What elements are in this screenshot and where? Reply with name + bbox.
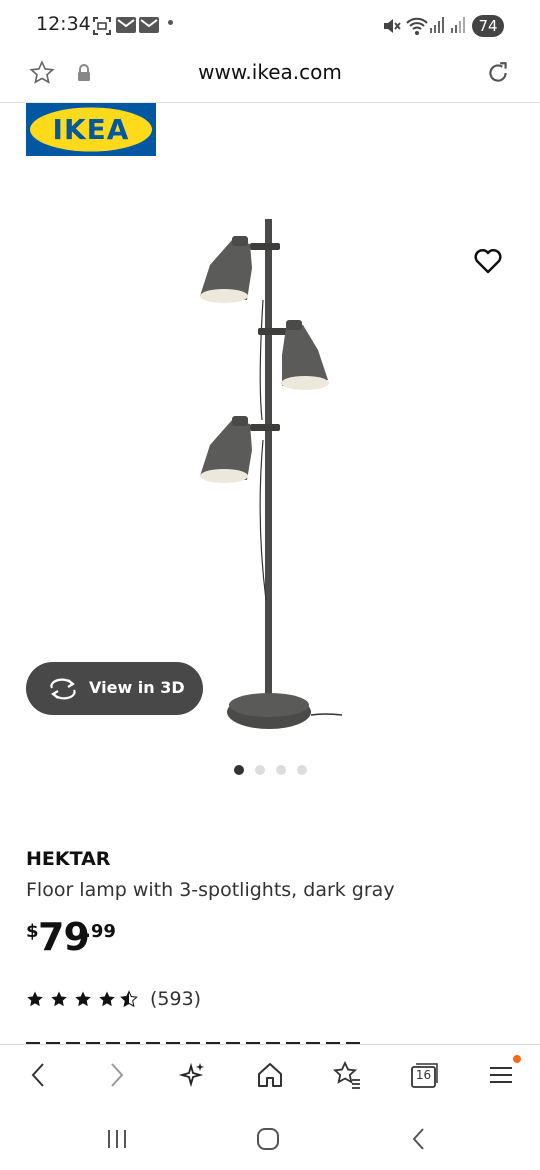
signal-icon (430, 17, 444, 33)
battery-indicator: 74 (472, 15, 504, 37)
menu-notification-dot (513, 1055, 521, 1063)
rotate-3d-icon (50, 678, 76, 700)
mute-icon (384, 19, 401, 33)
carousel-dot[interactable] (255, 765, 265, 775)
recent-apps-icon[interactable] (104, 1126, 130, 1152)
ikea-logo[interactable]: IKEA (26, 103, 156, 156)
lamp-pole (265, 219, 272, 704)
system-nav-bar (0, 1108, 540, 1170)
url-text[interactable]: www.ikea.com (0, 60, 540, 84)
ikea-logo-mark: IKEA (26, 103, 156, 156)
bookmarks-icon[interactable] (332, 1060, 362, 1090)
tab-count: 16 (415, 1068, 432, 1082)
home-icon[interactable] (255, 1060, 285, 1090)
sparkle-icon[interactable] (178, 1060, 208, 1090)
signal-icon (451, 17, 465, 33)
review-count[interactable]: (593) (150, 988, 201, 1010)
forward-icon[interactable] (101, 1060, 131, 1090)
back-icon[interactable] (24, 1060, 54, 1090)
spotlight-1 (200, 236, 252, 303)
tabs-button[interactable]: 16 (409, 1060, 439, 1090)
heart-icon[interactable] (472, 245, 504, 277)
mail-icon (139, 17, 159, 33)
menu-icon[interactable] (486, 1060, 516, 1090)
rating-stars[interactable] (26, 988, 138, 1014)
spotlight-2 (281, 320, 329, 390)
carousel-dot-active[interactable] (234, 765, 244, 775)
ikea-logo-text: IKEA (53, 113, 130, 146)
product-name[interactable]: HEKTAR (26, 848, 110, 870)
view-in-3d-button[interactable]: View in 3D (26, 662, 203, 715)
home-nav-icon[interactable] (255, 1126, 281, 1152)
carousel-dot[interactable] (276, 765, 286, 775)
notification-dot-icon (168, 20, 173, 25)
price-cents: .99 (84, 921, 116, 942)
carousel-dot[interactable] (297, 765, 307, 775)
price-whole: 79 (38, 915, 90, 959)
product-description: Floor lamp with 3-spotlights, dark gray (26, 879, 395, 901)
status-time: 12:34 (36, 13, 91, 35)
spotlight-3 (200, 416, 252, 483)
wifi-icon (406, 17, 428, 35)
status-bar: 12:34 74 (0, 0, 540, 52)
screenshot-icon (93, 17, 111, 35)
back-nav-icon[interactable] (406, 1126, 432, 1152)
mail-icon (116, 17, 136, 33)
view-in-3d-label: View in 3D (89, 678, 185, 697)
star-rating-icon (27, 991, 138, 1007)
price-currency: $ (26, 921, 39, 942)
